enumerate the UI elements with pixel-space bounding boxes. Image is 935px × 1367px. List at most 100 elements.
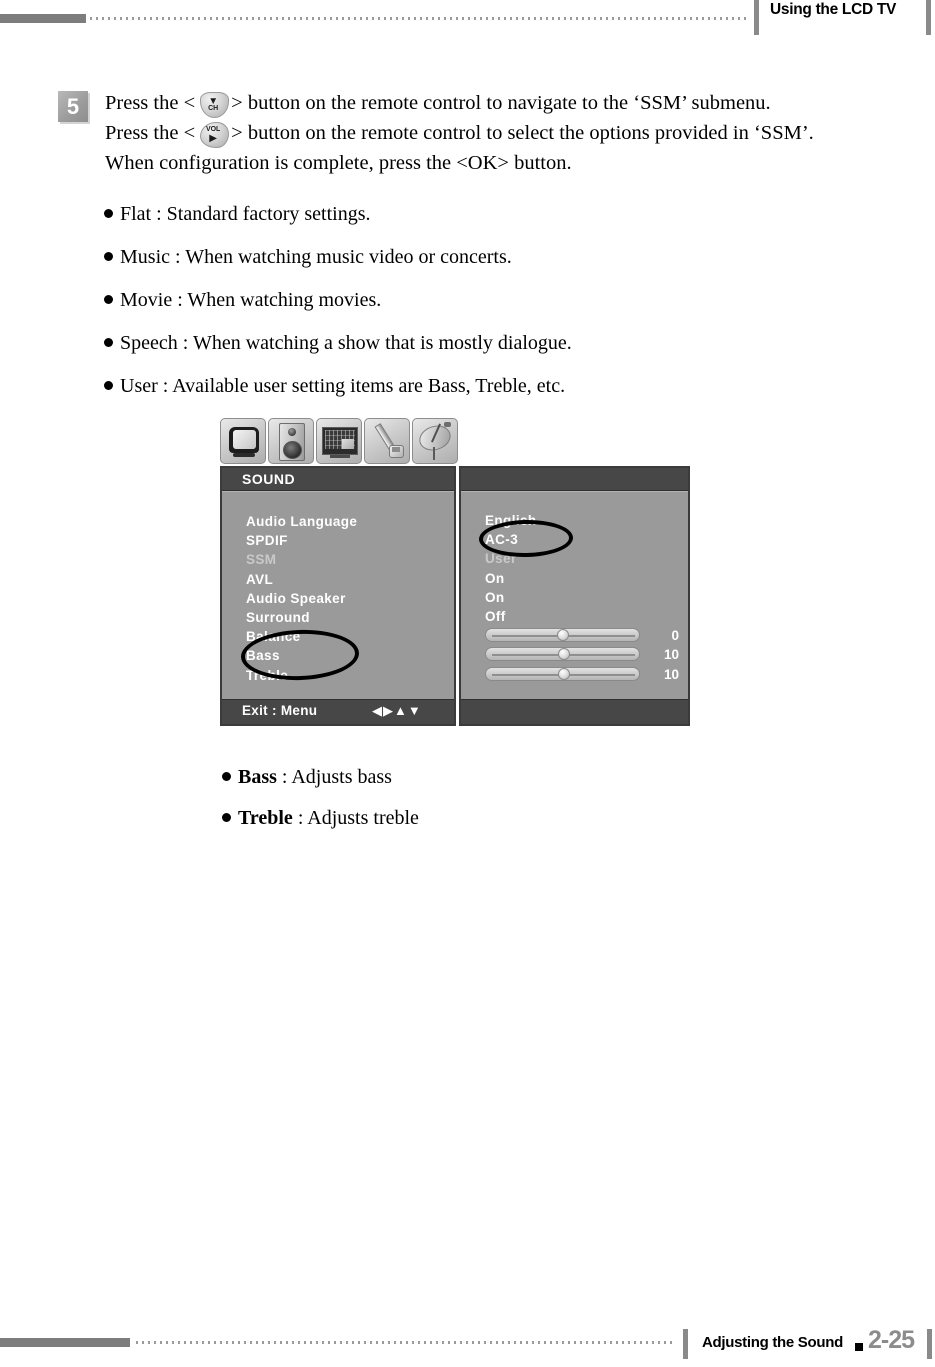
channel-satellite-dish-icon[interactable] — [412, 418, 458, 464]
header-divider-right — [926, 0, 931, 35]
footer-divider-right — [927, 1329, 932, 1359]
bullet-dot-icon — [222, 813, 231, 822]
footer-square-icon — [855, 1343, 863, 1351]
treble-slider-knob[interactable] — [557, 667, 570, 680]
bass-slider[interactable]: 10 — [485, 645, 680, 664]
osd-right-panel: English AC-3 User On On Off 0 10 10 — [459, 466, 690, 726]
osd-footer-bar: Exit : Menu ◀▶▲▼ — [222, 699, 454, 724]
osd-title-bar: SOUND — [222, 468, 454, 491]
step-line-3: When configuration is complete, press th… — [105, 152, 572, 174]
osd-menu-item-area: Audio Language SPDIF SSM AVL Audio Speak… — [222, 491, 454, 699]
vol-right-arrow-icon: ▶ — [209, 132, 217, 144]
ch-down-button-icon: ▼ CH — [196, 91, 230, 118]
step-line-1-prefix: Press the < — [105, 92, 196, 114]
value-avl[interactable]: On — [485, 569, 680, 588]
step-instruction-lines: Press the < ▼ CH > button on the remote con… — [105, 88, 865, 178]
detail-bullets-list: Bass : Adjusts bass Treble : Adjusts tre… — [222, 757, 722, 839]
header-divider-left — [754, 0, 759, 35]
list-item-label: Flat : Standard factory settings. — [120, 203, 371, 225]
detail-term-bass: Bass — [238, 766, 277, 788]
menu-item-surround[interactable]: Surround — [246, 608, 357, 627]
balance-slider[interactable]: 0 — [485, 626, 680, 645]
menu-item-audio-language[interactable]: Audio Language — [246, 512, 357, 531]
menu-item-balance[interactable]: Balance — [246, 627, 357, 646]
step-number-badge: 5 — [58, 91, 88, 122]
menu-item-avl[interactable]: AVL — [246, 570, 357, 589]
osd-value-list: English AC-3 User On On Off 0 10 10 — [485, 511, 680, 684]
vol-right-button-icon: VOL ▶ — [196, 121, 230, 148]
menu-item-bass[interactable]: Bass — [246, 646, 357, 665]
list-item-label: User : Available user setting items are … — [120, 375, 566, 397]
value-audio-speaker[interactable]: On — [485, 588, 680, 607]
step-line-2: Press the < VOL ▶ > button on the remote co… — [105, 118, 865, 148]
value-spdif[interactable]: AC-3 — [485, 530, 680, 549]
osd-value-area: English AC-3 User On On Off 0 10 10 — [461, 491, 688, 699]
step-line-2-suffix: > button on the remote control to select… — [231, 122, 814, 144]
footer-dotted-rule — [136, 1341, 676, 1344]
bullet-dot-icon — [222, 772, 231, 781]
osd-right-footer-bar — [461, 699, 688, 724]
picture-tv-icon[interactable] — [220, 418, 266, 464]
feature-screen-icon[interactable] — [316, 418, 362, 464]
footer-section-title: Adjusting the Sound — [702, 1334, 843, 1351]
value-surround[interactable]: Off — [485, 607, 680, 626]
balance-slider-value: 0 — [671, 628, 679, 644]
ssm-options-list: Flat : Standard factory settings. Music … — [104, 193, 804, 408]
list-item-label: Music : When watching music video or con… — [120, 246, 512, 268]
step-line-1-suffix: > button on the remote control to naviga… — [231, 92, 771, 114]
detail-desc-treble: : Adjusts treble — [292, 807, 419, 829]
menu-item-ssm[interactable]: SSM — [246, 550, 357, 569]
tv-screen-shape — [233, 430, 256, 449]
header-rule-bar — [0, 14, 86, 23]
header-title: Using the LCD TV — [770, 1, 897, 18]
value-audio-language[interactable]: English — [485, 511, 680, 530]
menu-item-audio-speaker[interactable]: Audio Speaker — [246, 589, 357, 608]
osd-left-panel: SOUND Audio Language SPDIF SSM AVL Audio… — [220, 466, 456, 726]
dish-lnb-shape — [444, 422, 451, 427]
bullet-dot-icon — [104, 338, 113, 347]
monitor-block-shape — [342, 439, 354, 449]
step-line-1: Press the < ▼ CH > button on the remote con… — [105, 88, 865, 118]
ch-button-label: CH — [208, 104, 219, 112]
osd-title: SOUND — [242, 471, 296, 487]
osd-menu-screenshot: SOUND Audio Language SPDIF SSM AVL Audio… — [220, 418, 690, 726]
osd-exit-label: Exit : Menu — [242, 703, 318, 718]
footer-divider-left — [683, 1329, 688, 1359]
setup-wrench-icon[interactable] — [364, 418, 410, 464]
list-item: Movie : When watching movies. — [104, 279, 804, 322]
page-header: Using the LCD TV — [0, 0, 935, 40]
sound-speaker-icon[interactable] — [268, 418, 314, 464]
footer-rule-bar — [0, 1338, 130, 1347]
detail-desc-bass: : Adjusts bass — [276, 766, 392, 788]
balance-slider-knob[interactable] — [556, 629, 569, 642]
list-item: Bass : Adjusts bass — [222, 757, 722, 798]
osd-icon-tab-row — [220, 418, 458, 466]
osd-right-title-bar — [461, 468, 688, 491]
bullet-dot-icon — [104, 252, 113, 261]
bass-slider-value: 10 — [663, 647, 679, 663]
list-item: Treble : Adjusts treble — [222, 798, 722, 839]
monitor-stand-shape — [330, 455, 350, 458]
bullet-dot-icon — [104, 381, 113, 390]
header-dotted-rule — [90, 17, 750, 20]
detail-term-treble: Treble — [238, 807, 293, 829]
osd-navigation-arrows-icon: ◀▶▲▼ — [372, 703, 422, 718]
wrench-jaw-shape — [392, 447, 400, 452]
treble-slider-value: 10 — [663, 666, 679, 682]
speaker-woofer-shape — [283, 441, 302, 459]
treble-slider[interactable]: 10 — [485, 665, 680, 684]
menu-item-spdif[interactable]: SPDIF — [246, 531, 357, 550]
list-item: Flat : Standard factory settings. — [104, 193, 804, 236]
osd-panels: SOUND Audio Language SPDIF SSM AVL Audio… — [220, 466, 690, 726]
value-ssm[interactable]: User — [485, 549, 680, 568]
dish-mast-shape — [433, 447, 435, 460]
speaker-tweeter-shape — [288, 428, 296, 436]
menu-item-treble[interactable]: Treble — [246, 666, 357, 685]
osd-menu-list: Audio Language SPDIF SSM AVL Audio Speak… — [246, 512, 357, 685]
page-number: 2-25 — [868, 1326, 915, 1354]
bullet-dot-icon — [104, 209, 113, 218]
list-item: Speech : When watching a show that is mo… — [104, 322, 804, 365]
tv-stand-shape — [233, 453, 255, 457]
list-item-label: Speech : When watching a show that is mo… — [120, 332, 572, 354]
page-footer: Adjusting the Sound 2-25 — [0, 1322, 935, 1367]
